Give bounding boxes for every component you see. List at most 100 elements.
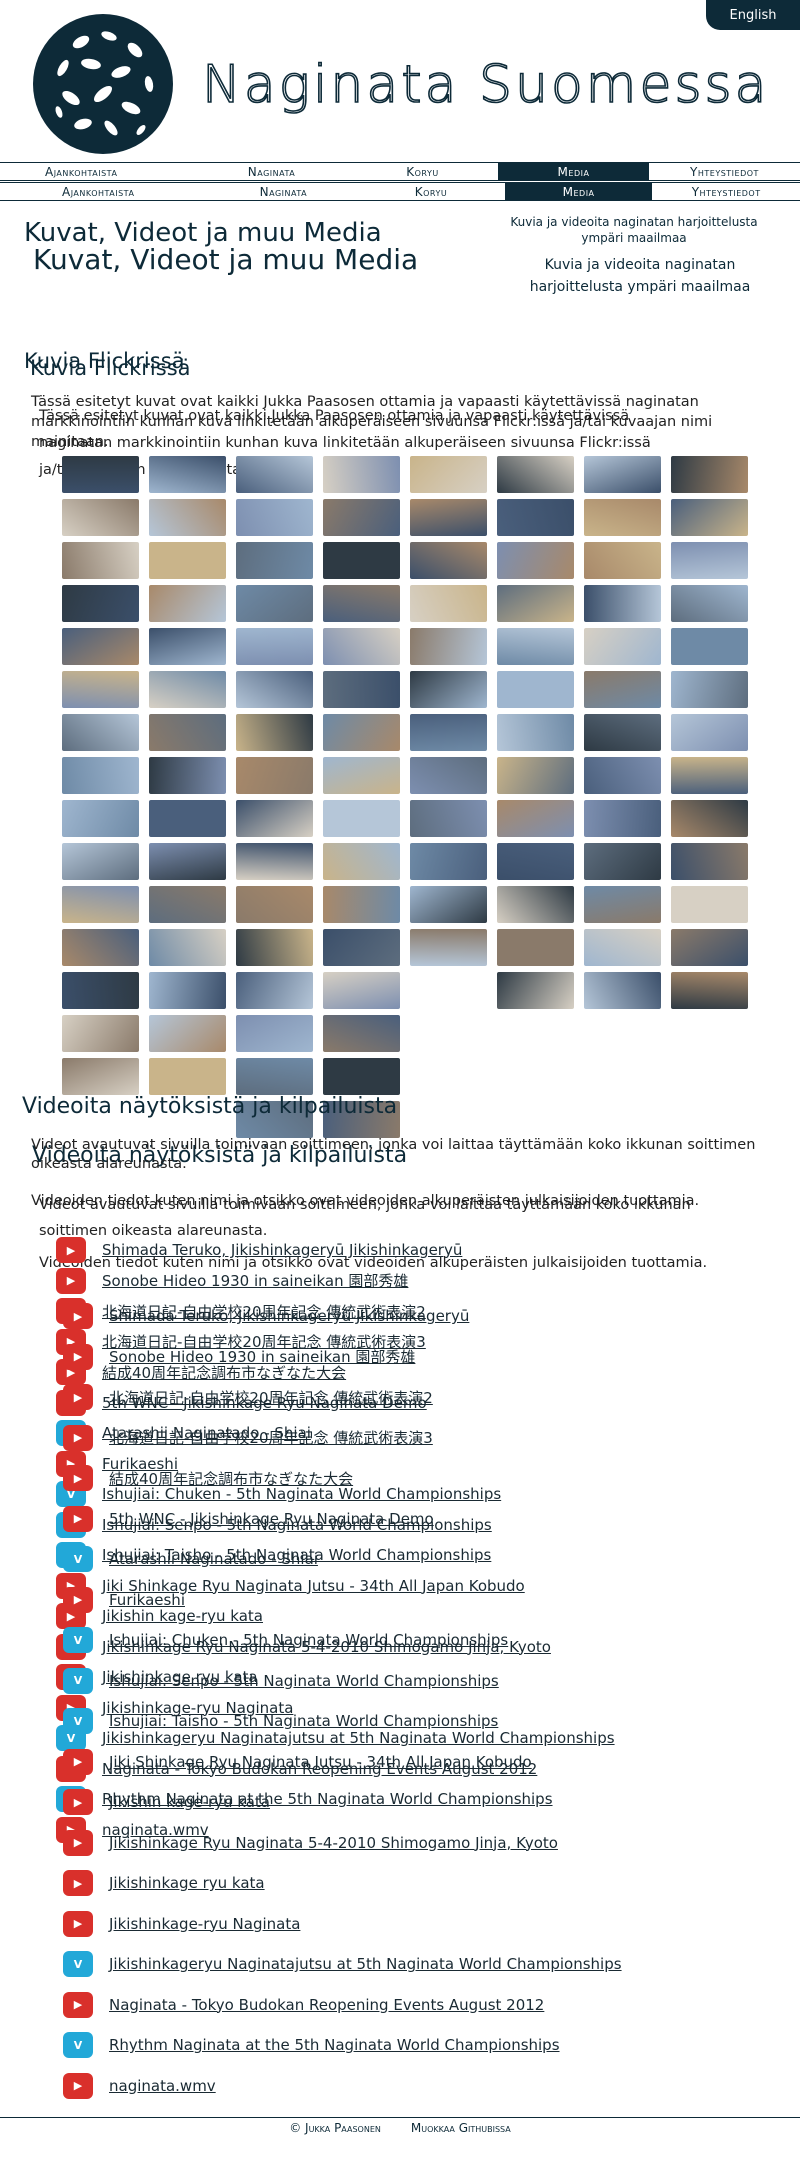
photo-thumbnail[interactable] (62, 585, 139, 622)
photo-thumbnail[interactable] (497, 886, 574, 923)
photo-thumbnail[interactable] (497, 499, 574, 536)
photo-thumbnail[interactable] (236, 585, 313, 622)
photo-thumbnail[interactable] (497, 542, 574, 579)
photo-thumbnail[interactable] (236, 843, 313, 880)
photo-thumbnail[interactable] (62, 800, 139, 837)
photo-thumbnail[interactable] (323, 929, 400, 966)
photo-thumbnail[interactable] (671, 585, 748, 622)
photo-thumbnail[interactable] (149, 585, 226, 622)
nav-item-yhteystiedot[interactable]: Yhteystiedot (652, 183, 800, 200)
photo-thumbnail[interactable] (497, 585, 574, 622)
photo-thumbnail[interactable] (323, 456, 400, 493)
nav-item-media[interactable]: Media (504, 183, 653, 200)
photo-thumbnail[interactable] (323, 671, 400, 708)
photo-thumbnail[interactable] (62, 456, 139, 493)
photo-thumbnail[interactable] (62, 628, 139, 665)
photo-thumbnail[interactable] (323, 1015, 400, 1052)
photo-thumbnail[interactable] (497, 628, 574, 665)
photo-thumbnail[interactable] (671, 714, 748, 751)
site-logo[interactable] (31, 12, 175, 156)
photo-thumbnail[interactable] (671, 800, 748, 837)
photo-thumbnail[interactable] (671, 671, 748, 708)
nav-item-koryu[interactable]: Koryu (347, 163, 498, 180)
video-link[interactable]: Jiki Shinkage Ryu Naginata Jutsu - 34th … (109, 1753, 532, 1771)
video-link[interactable]: Sonobe Hideo 1930 in saineikan 園部秀雄 (102, 1270, 408, 1291)
nav-item-yhteystiedot[interactable]: Yhteystiedot (649, 163, 800, 180)
photo-thumbnail[interactable] (236, 456, 313, 493)
video-link[interactable]: Shimada Teruko, Jikishinkageryū Jikishin… (102, 1241, 462, 1259)
video-link[interactable]: 結成40周年記念調布市なぎなた大会 (109, 1468, 353, 1489)
photo-thumbnail[interactable] (584, 972, 661, 1009)
photo-thumbnail[interactable] (236, 1015, 313, 1052)
language-toggle-button[interactable]: English (706, 0, 800, 30)
photo-thumbnail[interactable] (149, 628, 226, 665)
site-title[interactable]: Naginata Suomessa (201, 54, 770, 116)
video-link[interactable]: Ishujiai: Taisho - 5th Naginata World Ch… (109, 1712, 498, 1730)
photo-thumbnail[interactable] (236, 671, 313, 708)
photo-thumbnail[interactable] (323, 585, 400, 622)
photo-thumbnail[interactable] (236, 757, 313, 794)
photo-thumbnail[interactable] (584, 671, 661, 708)
photo-thumbnail[interactable] (62, 671, 139, 708)
photo-thumbnail[interactable] (62, 843, 139, 880)
photo-thumbnail[interactable] (410, 886, 487, 923)
photo-thumbnail[interactable] (671, 886, 748, 923)
video-link[interactable]: Jikishinkage ryu kata (109, 1874, 265, 1892)
photo-thumbnail[interactable] (410, 843, 487, 880)
video-link[interactable]: Sonobe Hideo 1930 in saineikan 園部秀雄 (109, 1346, 415, 1367)
photo-thumbnail[interactable] (236, 628, 313, 665)
video-link[interactable]: naginata.wmv (109, 2077, 216, 2095)
video-link[interactable]: 5th WNC - Jikishinkage Ryu Naginata Demo (109, 1510, 434, 1528)
photo-thumbnail[interactable] (410, 585, 487, 622)
photo-thumbnail[interactable] (671, 757, 748, 794)
photo-thumbnail[interactable] (410, 671, 487, 708)
photo-thumbnail[interactable] (149, 499, 226, 536)
video-link[interactable]: Furikaeshi (109, 1591, 185, 1609)
photo-thumbnail[interactable] (236, 800, 313, 837)
photo-thumbnail[interactable] (236, 886, 313, 923)
photo-thumbnail[interactable] (323, 800, 400, 837)
photo-thumbnail[interactable] (584, 456, 661, 493)
video-link[interactable]: Rhythm Naginata at the 5th Naginata Worl… (109, 2036, 560, 2054)
photo-thumbnail[interactable] (236, 929, 313, 966)
photo-thumbnail[interactable] (62, 542, 139, 579)
photo-thumbnail[interactable] (410, 499, 487, 536)
photo-thumbnail[interactable] (323, 628, 400, 665)
photo-thumbnail[interactable] (236, 714, 313, 751)
video-link[interactable]: 北海道日記-自由学校20周年記念 傳統武術表演2 (109, 1387, 433, 1408)
video-link[interactable]: Jikishinkageryu Naginatajutsu at 5th Nag… (109, 1955, 622, 1973)
photo-thumbnail[interactable] (410, 800, 487, 837)
photo-thumbnail[interactable] (584, 628, 661, 665)
photo-thumbnail[interactable] (410, 757, 487, 794)
photo-thumbnail[interactable] (584, 800, 661, 837)
photo-thumbnail[interactable] (584, 843, 661, 880)
video-link[interactable]: Jikishinkage Ryu Naginata 5-4-2010 Shimo… (109, 1834, 558, 1852)
photo-thumbnail[interactable] (497, 972, 574, 1009)
video-link[interactable]: 北海道日記-自由学校20周年記念 傳統武術表演3 (109, 1427, 433, 1448)
photo-thumbnail[interactable] (149, 1015, 226, 1052)
photo-thumbnail[interactable] (236, 972, 313, 1009)
photo-thumbnail[interactable] (497, 843, 574, 880)
photo-thumbnail[interactable] (149, 456, 226, 493)
photo-thumbnail[interactable] (410, 456, 487, 493)
video-link[interactable]: Atarashii Naginatado - Shiai (109, 1550, 318, 1568)
video-link[interactable]: Ishujiai: Senpo - 5th Naginata World Cha… (109, 1672, 499, 1690)
footer-edit-link[interactable]: Muokkaa Githubissa (411, 2121, 511, 2135)
nav-item-koryu[interactable]: Koryu (357, 183, 505, 200)
photo-thumbnail[interactable] (497, 456, 574, 493)
photo-thumbnail[interactable] (149, 800, 226, 837)
photo-thumbnail[interactable] (323, 714, 400, 751)
nav-item-naginata[interactable]: Naginata (196, 163, 347, 180)
photo-thumbnail[interactable] (410, 929, 487, 966)
nav-item-ajankohtaista[interactable]: Ajankohtaista (0, 183, 210, 200)
photo-thumbnail[interactable] (497, 671, 574, 708)
photo-thumbnail[interactable] (149, 929, 226, 966)
video-link[interactable]: Naginata - Tokyo Budokan Reopening Event… (109, 1996, 544, 2014)
photo-thumbnail[interactable] (323, 499, 400, 536)
photo-thumbnail[interactable] (671, 628, 748, 665)
nav-item-ajankohtaista[interactable]: Ajankohtaista (0, 163, 196, 180)
video-link[interactable]: Jikishin kage-ryu kata (109, 1793, 270, 1811)
photo-thumbnail[interactable] (584, 542, 661, 579)
nav-item-media[interactable]: Media (498, 163, 649, 180)
photo-thumbnail[interactable] (584, 585, 661, 622)
